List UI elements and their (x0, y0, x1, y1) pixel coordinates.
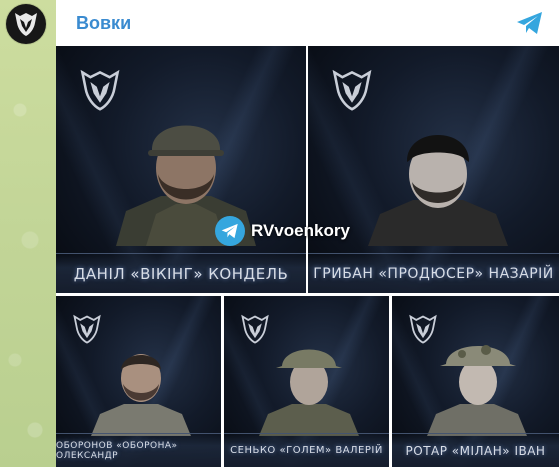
wolf-emblem-icon (15, 13, 37, 36)
channel-name[interactable]: Вовки (76, 13, 131, 34)
photo-caption: СЕНЬКО «ГОЛЕМ» ВАЛЕРІЙ (224, 433, 389, 467)
person-name: ГРИБАН «ПРОДЮСЕР» НАЗАРІЙ (313, 265, 554, 282)
person-name: ДАНІЛ «ВІКІНГ» КОНДЕЛЬ (73, 264, 289, 283)
photo-tile[interactable]: ГРИБАН «ПРОДЮСЕР» НАЗАРІЙ (308, 46, 559, 293)
photo-caption: ОБОРОНОВ «ОБОРОНА» ОЛЕКСАНДР (56, 433, 221, 467)
photo-caption: ДАНІЛ «ВІКІНГ» КОНДЕЛЬ (56, 253, 306, 293)
share-button[interactable] (515, 8, 545, 38)
photo-tile[interactable]: РОТАР «МІЛАН» ІВАН (392, 296, 559, 467)
portrait-photo (91, 354, 191, 436)
person-name: ОБОРОНОВ «ОБОРОНА» ОЛЕКСАНДР (56, 440, 178, 461)
watermark-text: RVvoenkory (251, 221, 350, 240)
photo-tile[interactable]: СЕНЬКО «ГОЛЕМ» ВАЛЕРІЙ (224, 296, 389, 467)
person-name: СЕНЬКО «ГОЛЕМ» ВАЛЕРІЙ (230, 445, 383, 456)
telegram-icon (517, 12, 542, 34)
message-header: Вовки (56, 0, 559, 46)
channel-avatar[interactable] (6, 4, 46, 44)
photo-tile[interactable]: ОБОРОНОВ «ОБОРОНА» ОЛЕКСАНДР (56, 296, 221, 467)
photo-tile[interactable]: ДАНІЛ «ВІКІНГ» КОНДЕЛЬ (56, 46, 306, 293)
watermark: RVvoenkory (215, 216, 350, 246)
portrait-photo (368, 135, 508, 246)
telegram-icon (215, 216, 245, 246)
photo-caption: РОТАР «МІЛАН» ІВАН (392, 433, 559, 467)
portrait-photo (259, 349, 359, 436)
person-name: РОТАР «МІЛАН» ІВАН (405, 443, 546, 458)
portrait-photo (427, 345, 527, 436)
photo-caption: ГРИБАН «ПРОДЮСЕР» НАЗАРІЙ (308, 253, 559, 293)
